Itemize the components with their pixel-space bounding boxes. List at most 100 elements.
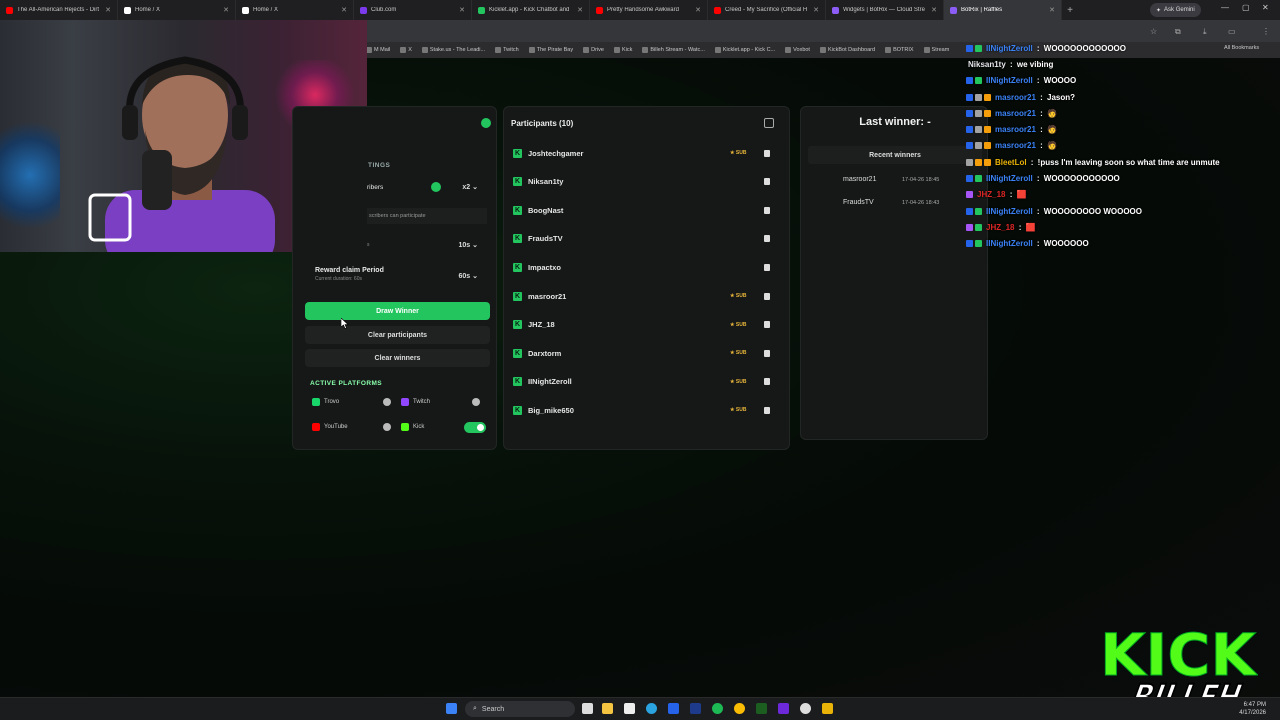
tab-favicon-icon [950,6,957,14]
mail-icon[interactable] [668,703,679,714]
bookmark-item[interactable]: Twitch [495,47,519,53]
platform-toggle[interactable] [383,398,391,406]
sidepanel-icon[interactable]: ▭ [1228,27,1236,36]
chat-badge-icon [966,175,973,183]
chrome-icon[interactable] [734,703,745,714]
trash-icon[interactable] [764,378,770,386]
copy-icon[interactable] [764,118,774,128]
close-tab-icon[interactable]: ✕ [577,6,583,14]
taskbar-search[interactable]: ⌕ Search [465,701,575,717]
trash-icon[interactable] [764,149,770,157]
file-explorer-icon[interactable] [602,703,613,714]
bookmark-item[interactable]: Kick [613,47,632,53]
bookmark-item[interactable]: BOTRIX [885,47,914,53]
subscribers-multiplier-dropdown[interactable]: x2 ⌄ [462,183,478,191]
close-tab-icon[interactable]: ✕ [223,6,229,14]
app-icon[interactable] [822,703,833,714]
trash-icon[interactable] [764,406,770,414]
browser-tab[interactable]: The All-American Rejects - Dirt ✕ [0,0,118,20]
browser-tab[interactable]: Home / X ✕ [236,0,354,20]
bookmark-item[interactable]: X [400,47,412,53]
participant-row: K Big_mike650 ★ SUB [508,398,778,422]
sub-badge: ★ SUB [730,321,747,328]
task-view-icon[interactable] [582,703,593,714]
chat-badge-icon [984,142,991,150]
participant-name: BoogNast [528,205,564,215]
chat-badge-icon [975,158,982,166]
trash-icon[interactable] [764,263,770,271]
bookmark-item[interactable]: Drive [583,47,604,53]
browser-tab[interactable]: Home / X ✕ [118,0,236,20]
bookmark-icon [885,47,892,53]
trash-icon[interactable] [764,292,770,300]
bookmark-item[interactable]: Stream [923,47,949,53]
duration-dropdown[interactable]: 10s ⌄ [459,241,479,249]
close-window-button[interactable]: ✕ [1262,3,1269,12]
subscribers-status-icon [431,182,441,192]
menu-icon[interactable]: ⋮ [1262,27,1270,36]
browser-tab[interactable]: Creed - My Sacrifice (Official H ✕ [708,0,826,20]
participant-name: Big_mike650 [528,405,574,415]
minimize-button[interactable]: — [1221,3,1229,12]
maximize-button[interactable]: ▢ [1242,3,1250,12]
tab-favicon-icon [714,6,721,14]
browser-tab[interactable]: Club.com ✕ [354,0,472,20]
last-winner: Last winner: - [859,116,931,128]
participant-row: K Niksan1ty [508,170,778,194]
bookmark-item[interactable]: KickBot Dashboard [819,47,875,53]
steam-icon[interactable] [690,703,701,714]
extensions-icon[interactable]: ⧉ [1175,27,1181,37]
windows-start-icon[interactable] [446,703,457,714]
chat-message: masroor21 : 🧑 [966,138,1266,154]
browser-tab[interactable]: Kicklet.app - Kick Chatbot and ✕ [472,0,590,20]
ask-gemini-button[interactable]: ✦ Ask Gemini [1150,3,1201,17]
close-tab-icon[interactable]: ✕ [459,6,465,14]
clear-winners-button[interactable]: Clear winners [305,349,490,367]
chat-message: BleetLol : !puss I'm leaving soon so wha… [966,154,1266,170]
chat-text: WOOOOOO [1043,239,1089,249]
bookmark-item[interactable]: M Mail [366,47,390,53]
platform-trovo: Trovo [312,393,397,411]
browser-tab[interactable]: Widgets | BotRix — Cloud Stre ✕ [826,0,944,20]
bookmark-item[interactable]: The Pirate Bay [528,47,573,53]
close-tab-icon[interactable]: ✕ [1049,6,1055,14]
chat-overlay: IINightZeroll : WOOOOOOOOOOOO Niksan1ty :… [966,40,1266,252]
spotify-icon[interactable] [712,703,723,714]
bookmark-item[interactable]: Stake.us - The Leadi... [421,47,485,53]
subscribers-description: scribers can participate [367,208,487,224]
platform-toggle[interactable] [383,423,391,431]
close-tab-icon[interactable]: ✕ [931,6,937,14]
kick-icon [401,423,409,431]
bookmark-item[interactable]: Billeh Stream - Watc... [642,47,705,53]
bookmark-item[interactable]: Voxbot [785,47,810,53]
trash-icon[interactable] [764,349,770,357]
reward-duration-dropdown[interactable]: 60s ⌄ [459,272,479,280]
trash-icon[interactable] [764,321,770,329]
chat-badge-icon [966,207,973,215]
chat-username: IINightZeroll [986,174,1033,184]
trash-icon[interactable] [764,178,770,186]
draw-winner-button[interactable]: Draw Winner [305,302,490,320]
close-tab-icon[interactable]: ✕ [695,6,701,14]
browser-tab[interactable]: Pretty Handsome Awkward ✕ [590,0,708,20]
chat-username: masroor21 [995,125,1036,135]
downloads-icon[interactable]: ⤓ [1203,27,1207,37]
twitch-app-icon[interactable] [778,703,789,714]
store-icon[interactable] [624,703,635,714]
trash-icon[interactable] [764,206,770,214]
platform-toggle[interactable] [464,421,486,433]
browser-tab[interactable]: BotRix | Raffles ✕ [944,0,1062,20]
close-tab-icon[interactable]: ✕ [813,6,819,14]
clear-participants-button[interactable]: Clear participants [305,326,490,344]
new-tab-button[interactable]: + [1062,5,1078,16]
close-tab-icon[interactable]: ✕ [341,6,347,14]
close-tab-icon[interactable]: ✕ [105,6,111,14]
bookmark-item[interactable]: Kicklet.app - Kick C... [714,47,775,53]
obs-icon[interactable] [800,703,811,714]
platform-toggle[interactable] [472,398,480,406]
excel-icon[interactable] [756,703,767,714]
edge-icon[interactable] [646,703,657,714]
participant-name: IINightZeroll [528,377,572,387]
trash-icon[interactable] [764,235,770,243]
star-icon[interactable]: ☆ [1150,27,1157,36]
